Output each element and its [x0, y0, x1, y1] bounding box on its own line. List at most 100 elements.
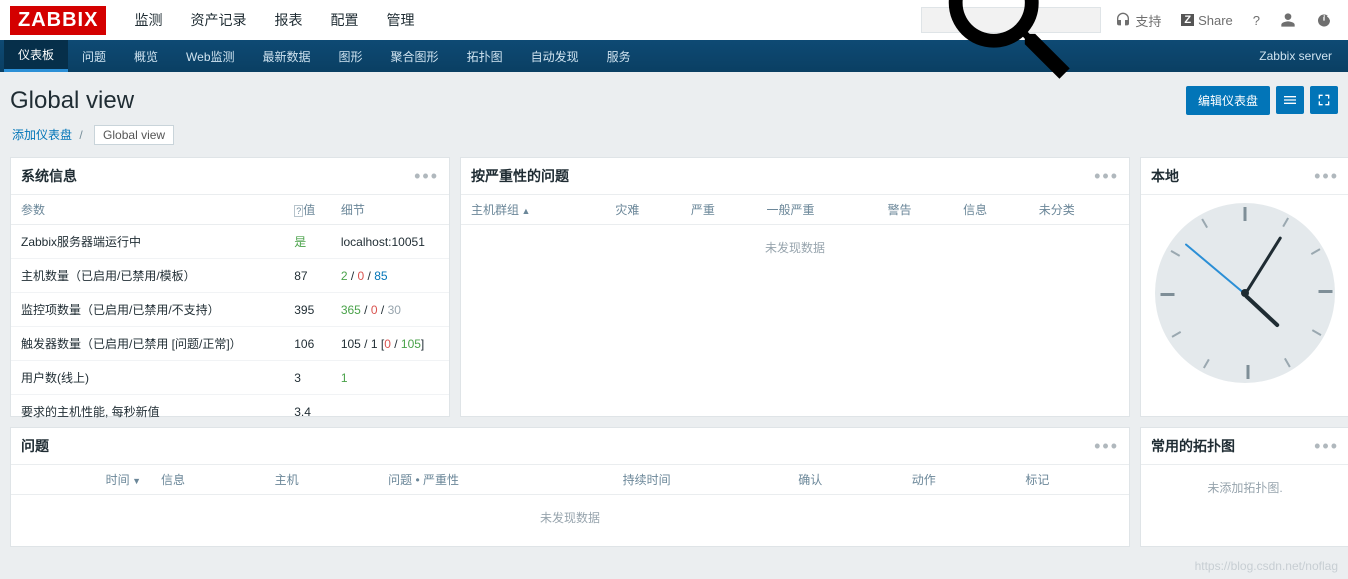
problems-col[interactable]: 动作	[902, 465, 1016, 495]
sysinfo-param: 要求的主机性能, 每秒新值	[11, 395, 284, 429]
subnav-item[interactable]: 最新数据	[249, 40, 325, 72]
top-header: ZABBIX 监测资产记录报表配置管理 支持 Z Share ?	[0, 0, 1348, 40]
maps-title: 常用的拓扑图	[1151, 436, 1235, 456]
severity-nodata: 未发现数据	[461, 225, 1129, 270]
user-menu[interactable]	[1274, 8, 1302, 32]
severity-menu-button[interactable]: •••	[1094, 173, 1119, 179]
breadcrumb: 添加仪表盘 / Global view	[0, 121, 1348, 157]
breadcrumb-current: Global view	[94, 125, 174, 145]
power-icon	[1316, 12, 1332, 28]
sysinfo-row: 监控项数量（已启用/已禁用/不支持）395365 / 0 / 30	[11, 293, 449, 327]
sysinfo-row: 主机数量（已启用/已禁用/模板）872 / 0 / 85	[11, 259, 449, 293]
header-right: 支持 Z Share ?	[921, 7, 1338, 34]
top-nav: 监测资产记录报表配置管理	[120, 0, 428, 40]
fullscreen-icon	[1316, 92, 1332, 108]
sysinfo-detail: 2 / 0 / 85	[331, 259, 449, 293]
severity-title: 按严重性的问题	[471, 166, 569, 186]
subnav-item[interactable]: 自动发现	[517, 40, 593, 72]
severity-col[interactable]: 一般严重	[759, 195, 880, 225]
dashboard-menu-button[interactable]	[1276, 86, 1304, 114]
severity-col[interactable]: 警告	[879, 195, 955, 225]
problems-col[interactable]: 时间 ▼	[11, 465, 151, 495]
page-header: Global view 编辑仪表盘	[0, 72, 1348, 121]
clock-title: 本地	[1151, 166, 1179, 186]
subnav-item[interactable]: 服务	[593, 40, 645, 72]
clock-hour-hand	[1244, 294, 1280, 328]
clock-second-hand	[1185, 243, 1246, 295]
sysinfo-col-param[interactable]: 参数	[11, 195, 284, 225]
sysinfo-param: 监控项数量（已启用/已禁用/不支持）	[11, 293, 284, 327]
help-link[interactable]: ?	[1247, 9, 1266, 32]
sysinfo-menu-button[interactable]: •••	[414, 173, 439, 179]
sysinfo-detail: 105 / 1 [0 / 105]	[331, 327, 449, 361]
menu-icon	[1282, 92, 1298, 108]
widget-clock: 本地 •••	[1140, 157, 1348, 417]
severity-col[interactable]: 未分类	[1031, 195, 1129, 225]
breadcrumb-add-link[interactable]: 添加仪表盘	[12, 128, 72, 142]
share-link[interactable]: Z Share	[1175, 9, 1238, 32]
logout-button[interactable]	[1310, 8, 1338, 32]
subnav-item[interactable]: 仪表板	[4, 40, 68, 72]
support-label: 支持	[1135, 11, 1161, 30]
topnav-item[interactable]: 配置	[316, 0, 372, 40]
subnav-server-link[interactable]: Zabbix server	[1247, 40, 1344, 72]
breadcrumb-sep: /	[79, 128, 82, 142]
sysinfo-param: Zabbix服务器端运行中	[11, 225, 284, 259]
problems-col[interactable]: 问题 • 严重性	[378, 465, 613, 495]
share-label: Share	[1198, 13, 1233, 28]
widget-severity: 按严重性的问题 ••• 主机群组 ▲灾难严重一般严重警告信息未分类 未发现数据	[460, 157, 1130, 417]
problems-nodata: 未发现数据	[11, 495, 1129, 540]
maps-menu-button[interactable]: •••	[1314, 443, 1339, 449]
sysinfo-value: 3.4	[284, 395, 331, 429]
topnav-item[interactable]: 管理	[372, 0, 428, 40]
severity-col[interactable]: 主机群组 ▲	[461, 195, 607, 225]
sysinfo-detail: 1	[331, 361, 449, 395]
problems-menu-button[interactable]: •••	[1094, 443, 1119, 449]
clock-menu-button[interactable]: •••	[1314, 173, 1339, 179]
sysinfo-col-detail[interactable]: 细节	[331, 195, 449, 225]
severity-col[interactable]: 严重	[683, 195, 759, 225]
severity-col[interactable]: 信息	[955, 195, 1031, 225]
problems-col[interactable]: 标记	[1015, 465, 1129, 495]
logo[interactable]: ZABBIX	[10, 6, 106, 35]
problems-col[interactable]: 信息	[151, 465, 265, 495]
topnav-item[interactable]: 报表	[260, 0, 316, 40]
watermark: https://blog.csdn.net/noflag	[1195, 559, 1338, 573]
subnav-item[interactable]: Web监测	[172, 40, 248, 72]
clock-minute-hand	[1244, 236, 1283, 295]
user-icon	[1280, 12, 1296, 28]
sysinfo-param: 触发器数量（已启用/已禁用 [问题/正常]）	[11, 327, 284, 361]
severity-table: 主机群组 ▲灾难严重一般严重警告信息未分类	[461, 195, 1129, 225]
problems-col[interactable]: 主机	[265, 465, 379, 495]
subnav-item[interactable]: 问题	[68, 40, 120, 72]
sysinfo-col-value[interactable]: ?值	[284, 195, 331, 225]
subnav-item[interactable]: 聚合图形	[377, 40, 453, 72]
sysinfo-value: 是	[284, 225, 331, 259]
sub-nav: 仪表板问题概览Web监测最新数据图形聚合图形拓扑图自动发现服务 Zabbix s…	[0, 40, 1348, 72]
support-link[interactable]: 支持	[1109, 7, 1167, 34]
clock-pivot	[1241, 289, 1249, 297]
share-logo-icon: Z	[1181, 14, 1194, 26]
sysinfo-value: 87	[284, 259, 331, 293]
subnav-item[interactable]: 图形	[325, 40, 377, 72]
widget-maps: 常用的拓扑图 ••• 未添加拓扑图.	[1140, 427, 1348, 547]
severity-col[interactable]: 灾难	[607, 195, 683, 225]
sysinfo-detail: 365 / 0 / 30	[331, 293, 449, 327]
headset-icon	[1115, 12, 1131, 28]
sysinfo-row: 要求的主机性能, 每秒新值3.4	[11, 395, 449, 429]
widget-system-info: 系统信息 ••• 参数 ?值 细节 Zabbix服务器端运行中是localhos…	[10, 157, 450, 417]
topnav-item[interactable]: 监测	[120, 0, 176, 40]
edit-dashboard-button[interactable]: 编辑仪表盘	[1186, 86, 1270, 115]
problems-col[interactable]: 确认	[788, 465, 902, 495]
widget-problems: 问题 ••• 时间 ▼信息主机问题 • 严重性持续时间确认动作标记 未发现数据	[10, 427, 1130, 547]
sysinfo-value: 3	[284, 361, 331, 395]
subnav-item[interactable]: 拓扑图	[453, 40, 517, 72]
sysinfo-param: 主机数量（已启用/已禁用/模板）	[11, 259, 284, 293]
topnav-item[interactable]: 资产记录	[176, 0, 260, 40]
search-input[interactable]	[921, 7, 1101, 33]
maps-empty: 未添加拓扑图.	[1141, 465, 1348, 510]
question-icon: ?	[1253, 13, 1260, 28]
fullscreen-button[interactable]	[1310, 86, 1338, 114]
search-icon	[928, 0, 1094, 103]
problems-col[interactable]: 持续时间	[613, 465, 789, 495]
